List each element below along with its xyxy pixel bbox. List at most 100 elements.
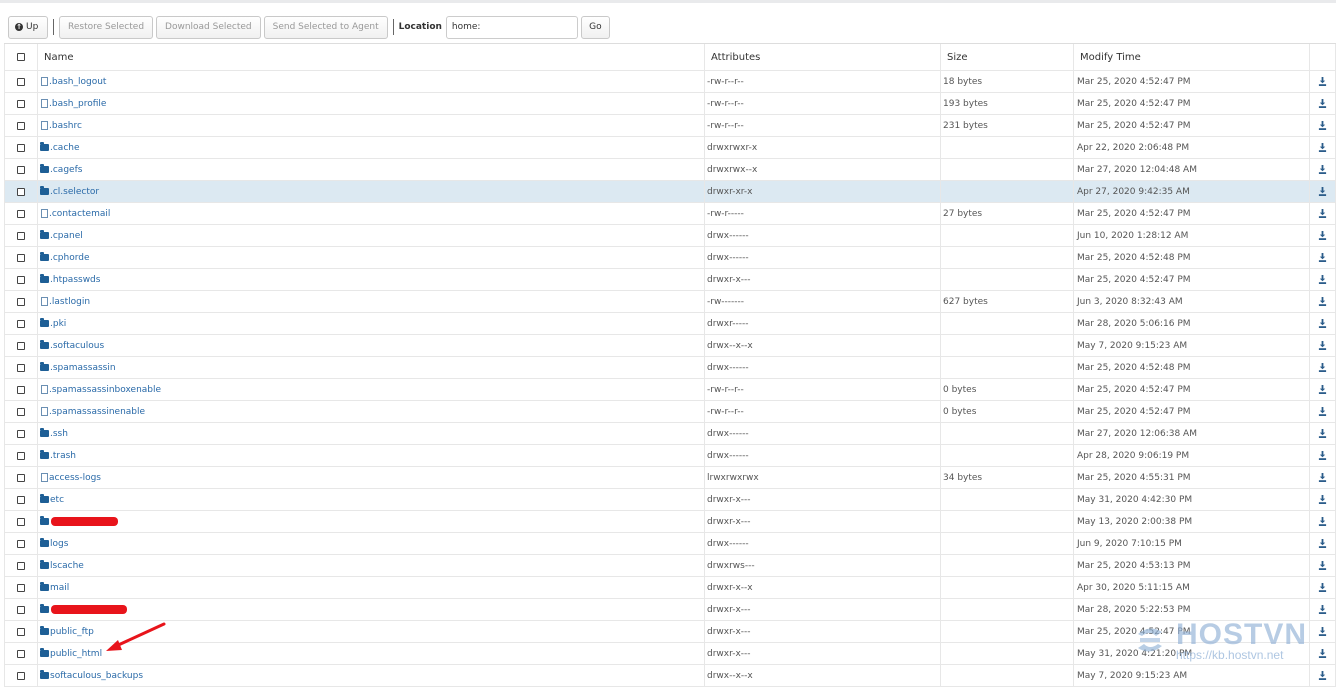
download-icon[interactable] <box>1318 627 1327 636</box>
column-header-attributes[interactable]: Attributes <box>705 44 941 70</box>
file-name-link[interactable]: .cphorde <box>50 253 90 263</box>
table-row[interactable]: logs drwx------ Jun 9, 2020 7:10:15 PM <box>4 533 1336 555</box>
row-checkbox-cell[interactable] <box>4 357 38 378</box>
select-all-checkbox[interactable] <box>17 53 25 61</box>
table-row[interactable]: .cl.selector drwxr-xr-x Apr 27, 2020 9:42:… <box>4 181 1336 203</box>
table-row[interactable]: .cphorde drwx------ Mar 25, 2020 4:52:48 P… <box>4 247 1336 269</box>
file-name-link[interactable]: .spamassassin <box>50 363 116 373</box>
download-icon[interactable] <box>1318 561 1327 570</box>
row-checkbox-cell[interactable] <box>4 115 38 136</box>
download-icon[interactable] <box>1318 275 1327 284</box>
file-name-link[interactable]: .contactemail <box>49 209 110 219</box>
file-name-link[interactable]: public_ftp <box>50 627 94 637</box>
table-row[interactable]: lscache drwxrws--- Mar 25, 2020 4:53:13 PM <box>4 555 1336 577</box>
row-checkbox-cell[interactable] <box>4 511 38 532</box>
table-row[interactable]: .cagefs drwxrwx--x Mar 27, 2020 12:04:48 A… <box>4 159 1336 181</box>
row-checkbox[interactable] <box>17 671 25 680</box>
file-name-link[interactable]: mail <box>50 583 69 593</box>
column-header-name[interactable]: Name <box>38 44 705 70</box>
row-checkbox[interactable] <box>17 253 25 262</box>
table-row[interactable]: etc drwxr-x--- May 31, 2020 4:42:30 PM <box>4 489 1336 511</box>
row-checkbox-cell[interactable] <box>4 225 38 246</box>
file-name-link[interactable]: .bash_logout <box>49 77 106 87</box>
table-row[interactable]: .cpanel drwx------ Jun 10, 2020 1:28:12 AM <box>4 225 1336 247</box>
row-checkbox-cell[interactable] <box>4 137 38 158</box>
row-checkbox[interactable] <box>17 561 25 570</box>
row-checkbox[interactable] <box>17 605 25 614</box>
download-icon[interactable] <box>1318 605 1327 614</box>
download-icon[interactable] <box>1318 165 1327 174</box>
table-row[interactable]: .trash drwx------ Apr 28, 2020 9:06:19 PM <box>4 445 1336 467</box>
table-row[interactable]: mail drwxr-x--x Apr 30, 2020 5:11:15 AM <box>4 577 1336 599</box>
row-checkbox[interactable] <box>17 627 25 636</box>
download-icon[interactable] <box>1318 451 1327 460</box>
download-icon[interactable] <box>1318 363 1327 372</box>
download-icon[interactable] <box>1318 253 1327 262</box>
row-checkbox-cell[interactable] <box>4 203 38 224</box>
row-checkbox-cell[interactable] <box>4 643 38 664</box>
row-checkbox-cell[interactable] <box>4 665 38 686</box>
row-checkbox-cell[interactable] <box>4 555 38 576</box>
row-checkbox-cell[interactable] <box>4 71 38 92</box>
row-checkbox[interactable] <box>17 297 25 306</box>
row-checkbox[interactable] <box>17 407 25 416</box>
download-icon[interactable] <box>1318 671 1327 680</box>
file-name-link[interactable]: lscache <box>50 561 84 571</box>
row-checkbox[interactable] <box>17 517 25 526</box>
row-checkbox[interactable] <box>17 121 25 130</box>
download-icon[interactable] <box>1318 297 1327 306</box>
row-checkbox-cell[interactable] <box>4 445 38 466</box>
row-checkbox-cell[interactable] <box>4 313 38 334</box>
table-row[interactable]: .ssh drwx------ Mar 27, 2020 12:06:38 AM <box>4 423 1336 445</box>
file-name-link[interactable]: .spamassassinboxenable <box>49 385 161 395</box>
file-name-link[interactable]: .bashrc <box>49 121 82 131</box>
table-row[interactable]: .bashrc -rw-r--r-- 231 bytes Mar 25, 2020 4… <box>4 115 1336 137</box>
go-button[interactable]: Go <box>580 15 610 39</box>
download-icon[interactable] <box>1318 77 1327 86</box>
download-icon[interactable] <box>1318 429 1327 438</box>
row-checkbox[interactable] <box>17 99 25 108</box>
file-name-link[interactable]: .cpanel <box>50 231 83 241</box>
download-icon[interactable] <box>1318 209 1327 218</box>
download-icon[interactable] <box>1318 231 1327 240</box>
table-row[interactable]: .pki drwxr----- Mar 28, 2020 5:06:16 PM <box>4 313 1336 335</box>
table-row[interactable]: drwxr-x--- May 13, 2020 2:00:38 PM <box>4 511 1336 533</box>
row-checkbox-cell[interactable] <box>4 577 38 598</box>
send-to-agent-button[interactable]: Send Selected to Agent <box>263 15 388 39</box>
download-icon[interactable] <box>1318 539 1327 548</box>
column-header-size[interactable]: Size <box>941 44 1074 70</box>
row-checkbox[interactable] <box>17 319 25 328</box>
row-checkbox[interactable] <box>17 473 25 482</box>
table-row[interactable]: .spamassassinboxenable -rw-r--r-- 0 bytes M… <box>4 379 1336 401</box>
row-checkbox[interactable] <box>17 649 25 658</box>
row-checkbox[interactable] <box>17 385 25 394</box>
file-name-link[interactable]: public_html <box>50 649 102 659</box>
row-checkbox-cell[interactable] <box>4 621 38 642</box>
row-checkbox-cell[interactable] <box>4 247 38 268</box>
row-checkbox[interactable] <box>17 187 25 196</box>
table-row[interactable]: .bash_logout -rw-r--r-- 18 bytes Mar 25, 20… <box>4 71 1336 93</box>
table-row[interactable]: softaculous_backups drwx--x--x May 7, 2020… <box>4 665 1336 687</box>
row-checkbox[interactable] <box>17 429 25 438</box>
download-icon[interactable] <box>1318 473 1327 482</box>
row-checkbox-cell[interactable] <box>4 335 38 356</box>
select-all-checkbox-cell[interactable] <box>4 44 38 70</box>
file-name-link[interactable]: access-logs <box>49 473 101 483</box>
row-checkbox-cell[interactable] <box>4 181 38 202</box>
row-checkbox[interactable] <box>17 231 25 240</box>
download-icon[interactable] <box>1318 517 1327 526</box>
location-input[interactable]: home: <box>445 15 578 39</box>
up-button[interactable]: ↑ Up <box>8 15 48 39</box>
table-row[interactable]: .cache drwxrwxr-x Apr 22, 2020 2:06:48 PM <box>4 137 1336 159</box>
download-icon[interactable] <box>1318 385 1327 394</box>
download-icon[interactable] <box>1318 341 1327 350</box>
column-header-modify-time[interactable]: Modify Time <box>1074 44 1310 70</box>
file-name-link[interactable]: .bash_profile <box>49 99 106 109</box>
row-checkbox-cell[interactable] <box>4 93 38 114</box>
download-icon[interactable] <box>1318 495 1327 504</box>
table-row[interactable]: .bash_profile -rw-r--r-- 193 bytes Mar 25, … <box>4 93 1336 115</box>
download-selected-button[interactable]: Download Selected <box>156 15 261 39</box>
table-row[interactable]: .softaculous drwx--x--x May 7, 2020 9:15:2… <box>4 335 1336 357</box>
row-checkbox-cell[interactable] <box>4 489 38 510</box>
file-name-link[interactable]: .pki <box>50 319 66 329</box>
